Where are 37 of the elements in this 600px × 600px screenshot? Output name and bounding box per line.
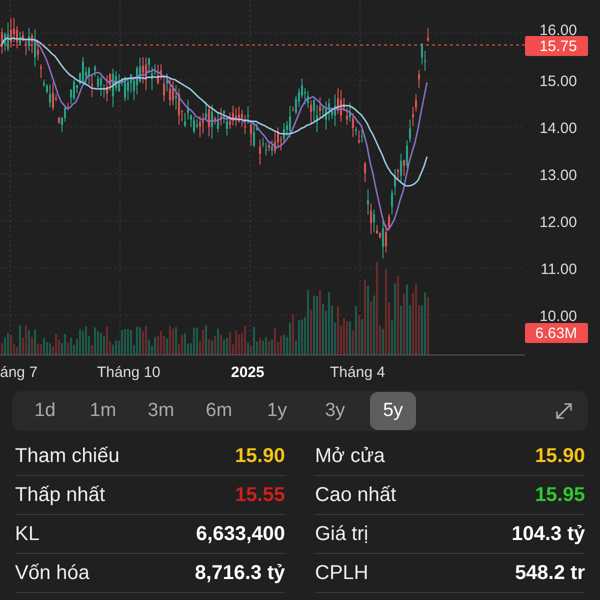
axis-label: 11.00 <box>540 261 577 278</box>
axis-label: Tháng 4 <box>330 364 386 381</box>
stat-value: 104.3 tỷ <box>512 522 585 546</box>
stat-label: Mở cửa <box>315 444 385 468</box>
stat-value: 15.95 <box>534 484 585 506</box>
volume-badge: 6.63M <box>525 323 588 343</box>
stat-label: Tham chiếu <box>15 444 120 468</box>
axis-label: 10.00 <box>539 308 577 325</box>
stat-value: 548.2 tr <box>514 562 585 584</box>
stat-label: Thấp nhất <box>15 484 106 506</box>
stat-value: 15.90 <box>234 444 285 468</box>
stat-label: Giá trị <box>315 522 368 546</box>
range-tab[interactable]: 3y <box>312 392 358 430</box>
price-badge: 15.75 <box>525 36 588 56</box>
range-tab[interactable]: 1y <box>254 392 300 430</box>
range-tab[interactable]: 3m <box>138 392 184 430</box>
stat-label: CPLH <box>315 562 368 584</box>
stat-label: Vốn hóa <box>15 562 90 584</box>
stat-value: 15.55 <box>234 484 285 506</box>
range-tab[interactable]: 1m <box>80 392 126 430</box>
expand-icon[interactable] <box>554 401 574 421</box>
axis-label: 15.00 <box>539 73 577 90</box>
axis-label: Tháng 10 <box>97 364 160 381</box>
range-tab[interactable]: 1d <box>22 392 68 430</box>
axis-label: 13.00 <box>539 167 577 184</box>
range-tab[interactable]: 6m <box>196 392 242 430</box>
stat-label: Cao nhất <box>315 484 396 506</box>
axis-label: áng 7 <box>0 364 38 381</box>
axis-label: 2025 <box>231 364 264 381</box>
axis-label: 16.00 <box>539 22 577 39</box>
stat-value: 8,716.3 tỷ <box>194 562 285 584</box>
stat-label: KL <box>15 522 40 546</box>
stat-value: 15.90 <box>534 444 585 468</box>
axis-label: 12.00 <box>539 214 577 231</box>
axis-label: 14.00 <box>539 120 577 137</box>
range-tab[interactable]: 5y <box>370 392 416 430</box>
stat-value: 6,633,400 <box>196 522 285 546</box>
